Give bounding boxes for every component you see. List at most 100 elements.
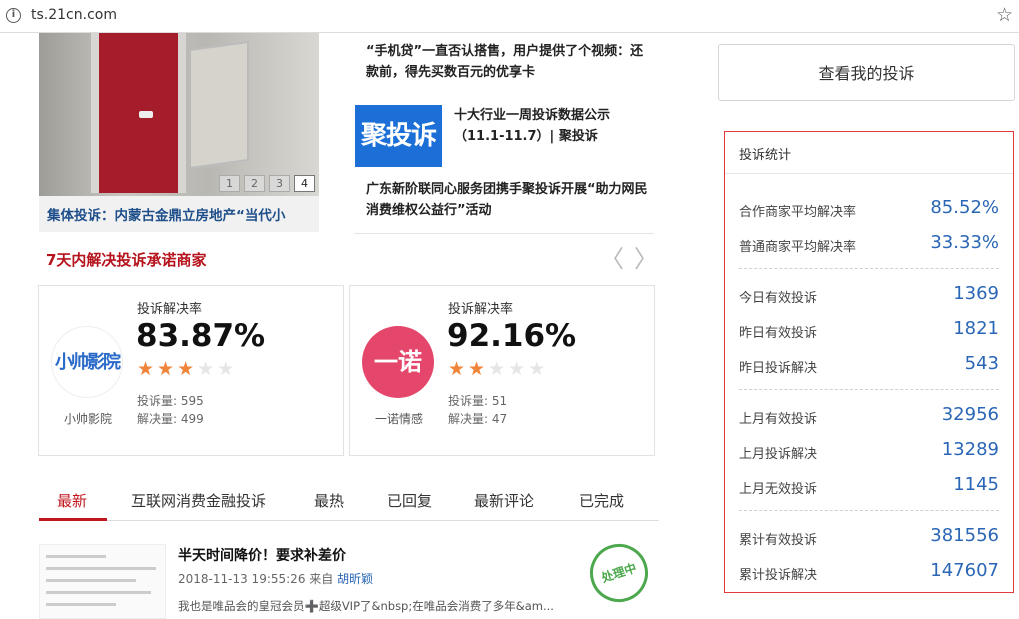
resolution-rate: 92.16% [447,318,577,354]
star-empty-icon: ★ [197,358,215,380]
news-item-3[interactable]: 广东新阶联同心服务团携手聚投诉开展“助力网民消费维权公益行”活动 [366,179,656,221]
stat-row: 上月有效投诉 32956 [739,404,999,430]
chevron-left-icon[interactable]: 〈 [600,246,624,272]
slider-page-2[interactable]: 2 [244,175,265,192]
news-item-1[interactable]: “手机贷”一直否认搭售，用户提供了个视频：还款前，得先买数百元的优享卡 [366,41,656,83]
post-author[interactable]: 胡昕颖 [337,572,373,586]
stat-label: 昨日投诉解决 [739,361,818,376]
status-badge: 处理中 [582,536,656,610]
stat-row: 累计有效投诉 381556 [739,525,999,551]
tab-replied[interactable]: 已回复 [387,490,432,521]
stats-title: 投诉统计 [725,132,1013,174]
resolution-rate: 83.87% [136,318,266,354]
stat-label: 累计有效投诉 [739,533,818,548]
slider-pagination: 1 2 3 4 [219,175,315,192]
thumb-line [46,555,106,558]
complaint-stats-panel: 投诉统计 合作商家平均解决率 85.52% 普通商家平均解决率 33.33% 今… [724,131,1014,593]
merchant-logo[interactable]: 小帅影院 [51,326,123,398]
post-meta: 2018-11-13 19:55:26 来自 胡昕颖 [178,570,373,587]
merchant-carousel-arrows: 〈 〉 [600,246,658,272]
stat-row: 上月无效投诉 1145 [739,474,999,500]
star-empty-icon: ★ [488,358,506,380]
stat-label: 上月有效投诉 [739,412,818,427]
stats-divider [739,510,999,511]
stat-value: 32956 [941,404,999,425]
post-time: 2018-11-13 19:55:26 [178,572,306,586]
star-empty-icon: ★ [528,358,546,380]
star-rating: ★ ★ ★ ★ ★ [448,360,545,379]
photo-door [189,40,249,170]
stat-value: 85.52% [930,197,999,218]
stat-value: 1145 [953,474,999,495]
stat-value: 147607 [930,560,999,581]
post-from-label: 来自 [309,572,334,586]
stat-label: 合作商家平均解决率 [739,205,857,220]
stat-row: 合作商家平均解决率 85.52% [739,197,999,223]
stat-label: 今日有效投诉 [739,291,818,306]
stat-row: 今日有效投诉 1369 [739,283,999,309]
thumb-line [46,567,156,570]
news-item-2[interactable]: 十大行业一周投诉数据公示（11.1-11.7）| 聚投诉 [454,105,654,147]
stat-label: 普通商家平均解决率 [739,240,857,255]
view-my-complaints-button[interactable]: 查看我的投诉 [718,44,1015,101]
address-bar[interactable]: i ts.21cn.com ☆ [0,0,1019,33]
merchants-section-title: 7天内解决投诉承诺商家 [46,251,207,269]
complaint-count: 投诉量: 595 [137,394,204,408]
stat-value: 13289 [941,439,999,460]
merchant-name[interactable]: 一诺情感 [350,410,448,427]
stat-value: 543 [964,353,999,374]
slider-page-3[interactable]: 3 [269,175,290,192]
stat-row: 累计投诉解决 147607 [739,560,999,586]
stat-label: 累计投诉解决 [739,568,818,583]
slider-page-1[interactable]: 1 [219,175,240,192]
star-filled-icon: ★ [157,358,175,380]
info-icon[interactable]: i [6,8,21,23]
stat-value: 1821 [953,318,999,339]
tab-hottest[interactable]: 最热 [314,490,344,521]
post-title[interactable]: 半天时间降价！要求补差价 [178,545,346,565]
stat-value: 33.33% [930,232,999,253]
tab-latest[interactable]: 最新 [39,490,108,521]
stats-divider [739,389,999,390]
post-description[interactable]: 我也是唯品会的皇冠会员➕超级VIP了&nbsp;在唯品会消费了多年&am... [178,598,554,614]
thumb-line [46,591,151,594]
rate-label: 投诉解决率 [448,302,514,317]
stat-row: 昨日投诉解决 543 [739,353,999,379]
star-rating: ★ ★ ★ ★ ★ [137,360,234,379]
stat-row: 昨日有效投诉 1821 [739,318,999,344]
complaint-count: 投诉量: 51 [448,394,508,408]
slider-photo[interactable] [39,33,319,196]
merchant-card[interactable]: 一诺 一诺情感 投诉解决率 92.16% ★ ★ ★ ★ ★ 投诉量: 51 解决量: … [349,285,655,456]
slider-page-4[interactable]: 4 [294,175,315,192]
bookmark-star-icon[interactable]: ☆ [996,4,1013,26]
chevron-right-icon[interactable]: 〉 [634,246,658,272]
stat-label: 昨日有效投诉 [739,326,818,341]
star-empty-icon: ★ [217,358,235,380]
merchant-logo[interactable]: 一诺 [362,326,434,398]
url-text[interactable]: ts.21cn.com [31,7,117,23]
tab-completed[interactable]: 已完成 [579,490,624,521]
stat-value: 1369 [953,283,999,304]
slider-caption[interactable]: 集体投诉：内蒙古金鼎立房地产“当代小 [39,196,319,232]
stats-divider [739,268,999,269]
photo-handle [139,111,153,118]
stat-row: 上月投诉解决 13289 [739,439,999,465]
merchant-name[interactable]: 小帅影院 [39,410,137,427]
star-filled-icon: ★ [468,358,486,380]
complaint-tabs: 最新 互联网消费金融投诉 最热 已回复 最新评论 已完成 [39,484,659,521]
divider [354,233,654,234]
jutousu-logo[interactable]: 聚投诉 [355,105,442,167]
thumb-line [46,603,116,606]
star-filled-icon: ★ [177,358,195,380]
rate-label: 投诉解决率 [137,302,203,317]
star-empty-icon: ★ [508,358,526,380]
tab-internet-finance[interactable]: 互联网消费金融投诉 [131,490,266,521]
stat-label: 上月无效投诉 [739,482,818,497]
featured-slider[interactable]: 1 2 3 4 集体投诉：内蒙古金鼎立房地产“当代小 [39,33,319,232]
merchant-card[interactable]: 小帅影院 小帅影院 投诉解决率 83.87% ★ ★ ★ ★ ★ 投诉量: 595 解决… [38,285,344,456]
post-thumbnail[interactable] [39,544,166,619]
tab-latest-comments[interactable]: 最新评论 [474,490,534,521]
stat-label: 上月投诉解决 [739,447,818,462]
thumb-line [46,579,136,582]
star-filled-icon: ★ [448,358,466,380]
